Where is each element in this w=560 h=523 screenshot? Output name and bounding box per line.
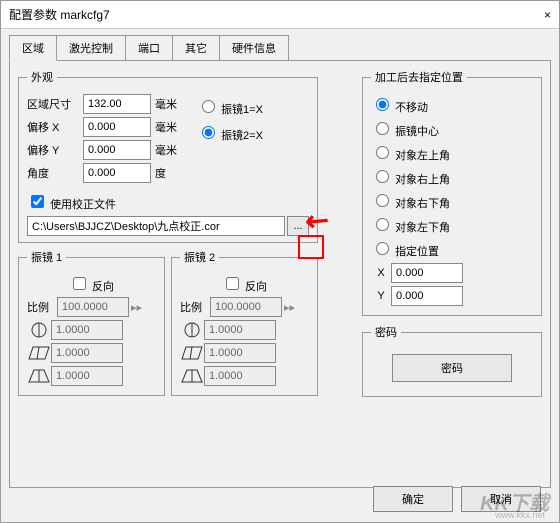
tab-panel: 外观 区域尺寸 毫米 偏移 X 毫米 偏移 Y	[9, 60, 551, 488]
postpos-legend: 加工后去指定位置	[371, 69, 467, 85]
tab-other[interactable]: 其它	[172, 35, 220, 61]
password-button[interactable]: 密码	[392, 354, 512, 382]
tab-port[interactable]: 端口	[125, 35, 173, 61]
mirror2x-radio[interactable]: 振镜2=X	[197, 123, 263, 143]
file-path-input[interactable]	[27, 216, 285, 236]
tab-strip: 区域 激光控制 端口 其它 硬件信息	[9, 35, 551, 61]
y-label: Y	[371, 290, 391, 302]
ratio-spinner-icon[interactable]: ▸▸	[284, 301, 295, 314]
x-label: X	[371, 267, 391, 279]
opt-center[interactable]: 振镜中心	[371, 119, 533, 139]
opt-spec[interactable]: 指定位置	[371, 239, 533, 259]
offx-input[interactable]	[83, 117, 151, 137]
offy-unit: 毫米	[155, 142, 177, 158]
mirror2-group: 振镜 2 反向 比例 ▸▸	[171, 249, 318, 396]
mirror2-v2	[204, 343, 276, 363]
mirror1-ratio	[57, 297, 129, 317]
close-icon[interactable]: ×	[544, 8, 551, 22]
mirror2-ratio-label: 比例	[180, 299, 210, 315]
mirror1-v2	[51, 343, 123, 363]
offy-input[interactable]	[83, 140, 151, 160]
mirror1x-radio[interactable]: 振镜1=X	[197, 97, 263, 117]
angle-label: 角度	[27, 165, 83, 181]
appearance-legend: 外观	[27, 69, 57, 85]
angle-input[interactable]	[83, 163, 151, 183]
mirror1-group: 振镜 1 反向 比例 ▸▸	[18, 249, 165, 396]
password-legend: 密码	[371, 324, 401, 340]
tab-region[interactable]: 区域	[9, 35, 57, 61]
tab-laser[interactable]: 激光控制	[56, 35, 126, 61]
mirror2-reverse[interactable]: 反向	[222, 274, 267, 294]
size-label: 区域尺寸	[27, 96, 83, 112]
mirror1-ratio-label: 比例	[27, 299, 57, 315]
opt-tl[interactable]: 对象左上角	[371, 143, 533, 163]
window-title: 配置参数 markcfg7	[9, 6, 110, 23]
ok-button[interactable]: 确定	[373, 486, 453, 512]
mirror2-v1	[204, 320, 276, 340]
angle-unit: 度	[155, 165, 166, 181]
mirror2-ratio	[210, 297, 282, 317]
opt-nomove[interactable]: 不移动	[371, 95, 533, 115]
size-unit: 毫米	[155, 96, 177, 112]
browse-button[interactable]: ...	[287, 216, 309, 236]
mirror1-v1	[51, 320, 123, 340]
trapezoid-icon	[27, 367, 51, 385]
size-input[interactable]	[83, 94, 151, 114]
password-group: 密码 密码	[362, 324, 542, 397]
mirror1-reverse[interactable]: 反向	[69, 274, 114, 294]
mirror1-v3	[51, 366, 123, 386]
opt-br[interactable]: 对象右下角	[371, 191, 533, 211]
ellipsis-icon: ...	[293, 220, 302, 232]
postpos-group: 加工后去指定位置 不移动 振镜中心 对象左上角 对象右上角 对象右下角 对象左下…	[362, 69, 542, 316]
dialog-window: 配置参数 markcfg7 × 区域 激光控制 端口 其它 硬件信息 外观 区域…	[0, 0, 560, 523]
titlebar: 配置参数 markcfg7 ×	[1, 1, 559, 29]
offx-unit: 毫米	[155, 119, 177, 135]
barrel-icon	[180, 321, 204, 339]
mirror2-legend: 振镜 2	[180, 249, 219, 265]
mirror2-v3	[204, 366, 276, 386]
appearance-group: 外观 区域尺寸 毫米 偏移 X 毫米 偏移 Y	[18, 69, 318, 243]
use-file-checkbox[interactable]: 使用校正文件	[27, 192, 116, 212]
offx-label: 偏移 X	[27, 119, 83, 135]
ratio-spinner-icon[interactable]: ▸▸	[131, 301, 142, 314]
x-input[interactable]	[391, 263, 463, 283]
parallelogram-icon	[180, 344, 204, 362]
opt-bl[interactable]: 对象左下角	[371, 215, 533, 235]
y-input[interactable]	[391, 286, 463, 306]
offy-label: 偏移 Y	[27, 142, 83, 158]
parallelogram-icon	[27, 344, 51, 362]
cancel-button[interactable]: 取消	[461, 486, 541, 512]
barrel-icon	[27, 321, 51, 339]
mirror1-legend: 振镜 1	[27, 249, 66, 265]
opt-tr[interactable]: 对象右上角	[371, 167, 533, 187]
trapezoid-icon	[180, 367, 204, 385]
tab-hwinfo[interactable]: 硬件信息	[219, 35, 289, 61]
